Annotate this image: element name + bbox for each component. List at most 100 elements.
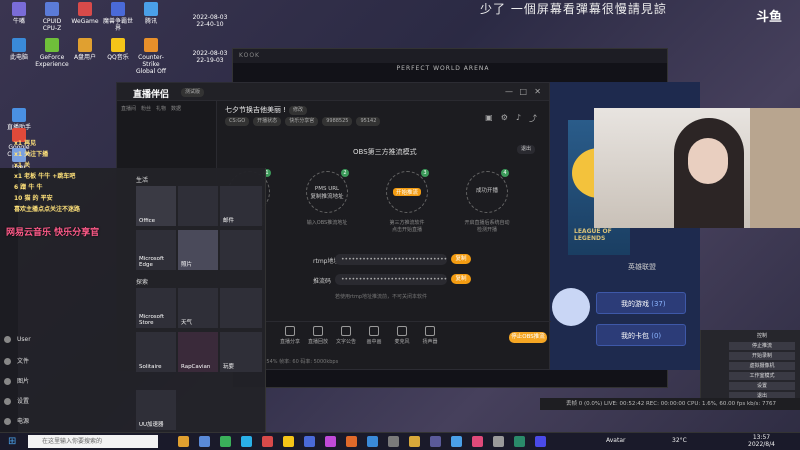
desktop-icon[interactable]: 魔兽争霸世界 (101, 2, 135, 32)
start-tile[interactable]: 玩耍 (220, 332, 262, 372)
text-icon (341, 326, 351, 336)
my-cards-button[interactable]: 我的卡包 (0) (596, 324, 686, 346)
toolbar-mic-label: 麦克风 (394, 339, 410, 345)
taskbar-app-icon[interactable] (451, 436, 462, 447)
taskbar-search[interactable]: 在这里输入你要搜索的 (28, 435, 158, 448)
taskbar-app-icon[interactable] (325, 436, 336, 447)
windows-start-icon[interactable]: ⊞ (8, 436, 16, 447)
clock-time: 13:57 (752, 434, 771, 441)
start-side-item[interactable]: 电源 (4, 416, 29, 425)
close-icon[interactable]: ✕ (534, 87, 541, 96)
toolbar-share-button[interactable]: 直播分享 (277, 326, 303, 345)
app-icon (12, 108, 26, 122)
gift-icon[interactable]: ▣ (485, 113, 493, 124)
toolbar-speaker-button[interactable]: 扬声器 (417, 326, 443, 345)
taskbar-app-icon[interactable] (220, 436, 231, 447)
obs-control-button[interactable]: 开始录制 (729, 352, 795, 360)
room-edit-tag[interactable]: 修改 (289, 106, 308, 115)
left-tab[interactable]: 粉丝 (141, 105, 151, 112)
desktop-icon[interactable]: Counter-Strike Global Off (134, 38, 168, 75)
left-tab[interactable]: 数据 (171, 105, 181, 112)
taskbar-app-icon[interactable] (346, 436, 357, 447)
desktop-icon-label: CPUID CPU-Z (42, 18, 62, 32)
obs-control-button[interactable]: 工作室模式 (729, 372, 795, 380)
tile-label: Office (139, 218, 156, 224)
desktop-icon[interactable]: QQ音乐 (101, 38, 135, 61)
rtmp-field[interactable]: •••••••••••••••••••••••••••••• (335, 254, 447, 265)
taskbar-app-icon[interactable] (430, 436, 441, 447)
desktop-icon[interactable]: GeForce Experience (35, 38, 69, 68)
start-tile[interactable]: Microsoft Store (136, 288, 176, 328)
avatar (552, 288, 590, 326)
start-tile[interactable]: 邮件 (220, 186, 262, 226)
taskbar-app-icon[interactable] (493, 436, 504, 447)
avatar-app-label[interactable]: Avatar (606, 437, 625, 444)
my-games-button[interactable]: 我的游戏 (37) (596, 292, 686, 314)
start-side-item[interactable]: User (4, 336, 31, 343)
start-side-item[interactable]: 设置 (4, 396, 29, 405)
left-tab[interactable]: 直播间 (121, 105, 136, 112)
taskbar-app-icon[interactable] (262, 436, 273, 447)
start-tile[interactable]: Office (136, 186, 176, 226)
start-tile[interactable]: 照片 (178, 230, 218, 270)
taskbar-app-icon[interactable] (472, 436, 483, 447)
start-side-item[interactable]: 图片 (4, 376, 29, 385)
desktop-icon[interactable]: 此电脑 (2, 38, 36, 61)
left-tab[interactable]: 礼物 (156, 105, 166, 112)
desktop-icon[interactable]: 牛嘴 (2, 2, 36, 25)
start-tile[interactable]: 天气 (178, 288, 218, 328)
desktop-icon[interactable]: CPUID CPU-Z (35, 2, 69, 32)
taskbar-app-icon[interactable] (409, 436, 420, 447)
bottom-toolbar: 停止OBS推流 直播分享 直播回放 文字公告 画中画 麦克风 扬声器 (217, 321, 551, 351)
desktop-icon[interactable]: A盘用户 (68, 38, 102, 61)
stop-obs-stream-button[interactable]: 停止OBS推流 (509, 332, 547, 343)
toolbar-record-button[interactable]: 直播回放 (305, 326, 331, 345)
stream-key-field[interactable]: •••••••••••••••••••••••••••••• (335, 274, 447, 285)
minimize-icon[interactable]: — (505, 87, 513, 96)
taskbar-app-icon[interactable] (388, 436, 399, 447)
exit-button[interactable]: 退出 (517, 145, 536, 154)
tile-label: 邮件 (223, 218, 235, 224)
taskbar-clock[interactable]: 13:57 2022/8/4 (748, 434, 775, 448)
start-tile[interactable] (220, 230, 262, 270)
taskbar-app-icon[interactable] (283, 436, 294, 447)
obs-control-button[interactable]: 停止推流 (729, 342, 795, 350)
obs-control-button[interactable]: 设置 (729, 382, 795, 390)
copy-key-button[interactable]: 复制 (451, 274, 471, 284)
start-tile[interactable]: Microsoft Edge (136, 230, 176, 270)
settings-icon[interactable]: ⚙ (501, 113, 508, 124)
taskbar-app-icon[interactable] (241, 436, 252, 447)
toolbar-text-button[interactable]: 文字公告 (333, 326, 359, 345)
start-tile[interactable] (220, 288, 262, 328)
toolbar-speaker-label: 扬声器 (422, 339, 438, 345)
desktop-icon[interactable]: 腾讯 (134, 2, 168, 25)
taskbar-app-icon[interactable] (535, 436, 546, 447)
toolbar-record-label: 直播回放 (307, 339, 328, 345)
obs-control-button[interactable]: 虚拟摄像机 (729, 362, 795, 370)
maximize-icon[interactable]: □ (519, 87, 527, 96)
weather-widget[interactable]: 32°C (672, 437, 687, 444)
start-side-item[interactable]: 文件 (4, 356, 29, 365)
obs-step-circle: PMS URL 复制推流地址 2 (306, 169, 349, 213)
start-tile[interactable]: UU加速器 (136, 390, 176, 430)
start-tile[interactable]: RapCavian (178, 332, 218, 372)
copy-rtmp-button[interactable]: 复制 (451, 254, 471, 264)
taskbar-app-icon[interactable] (304, 436, 315, 447)
side-item-label: 设置 (17, 398, 30, 405)
taskbar-app-icon[interactable] (199, 436, 210, 447)
start-tile[interactable] (178, 186, 218, 226)
taskbar-app-icon[interactable] (514, 436, 525, 447)
side-item-label: 文件 (17, 358, 30, 365)
taskbar-app-icon[interactable] (178, 436, 189, 447)
bell-icon[interactable]: ♪ (516, 113, 521, 124)
room-title: 七夕节换吉他美丽 ! (225, 106, 287, 114)
obs-control-button[interactable]: 控制 (729, 332, 795, 340)
app-icon (144, 2, 158, 16)
start-tile[interactable]: Solitaire (136, 332, 176, 372)
desktop-icon-label: WeGame (71, 18, 99, 25)
toolbar-window-button[interactable]: 画中画 (361, 326, 387, 345)
desktop-icon[interactable]: WeGame (68, 2, 102, 25)
share-icon[interactable]: ⤴ (529, 113, 537, 124)
taskbar-app-icon[interactable] (367, 436, 378, 447)
toolbar-mic-button[interactable]: 麦克风 (389, 326, 415, 345)
